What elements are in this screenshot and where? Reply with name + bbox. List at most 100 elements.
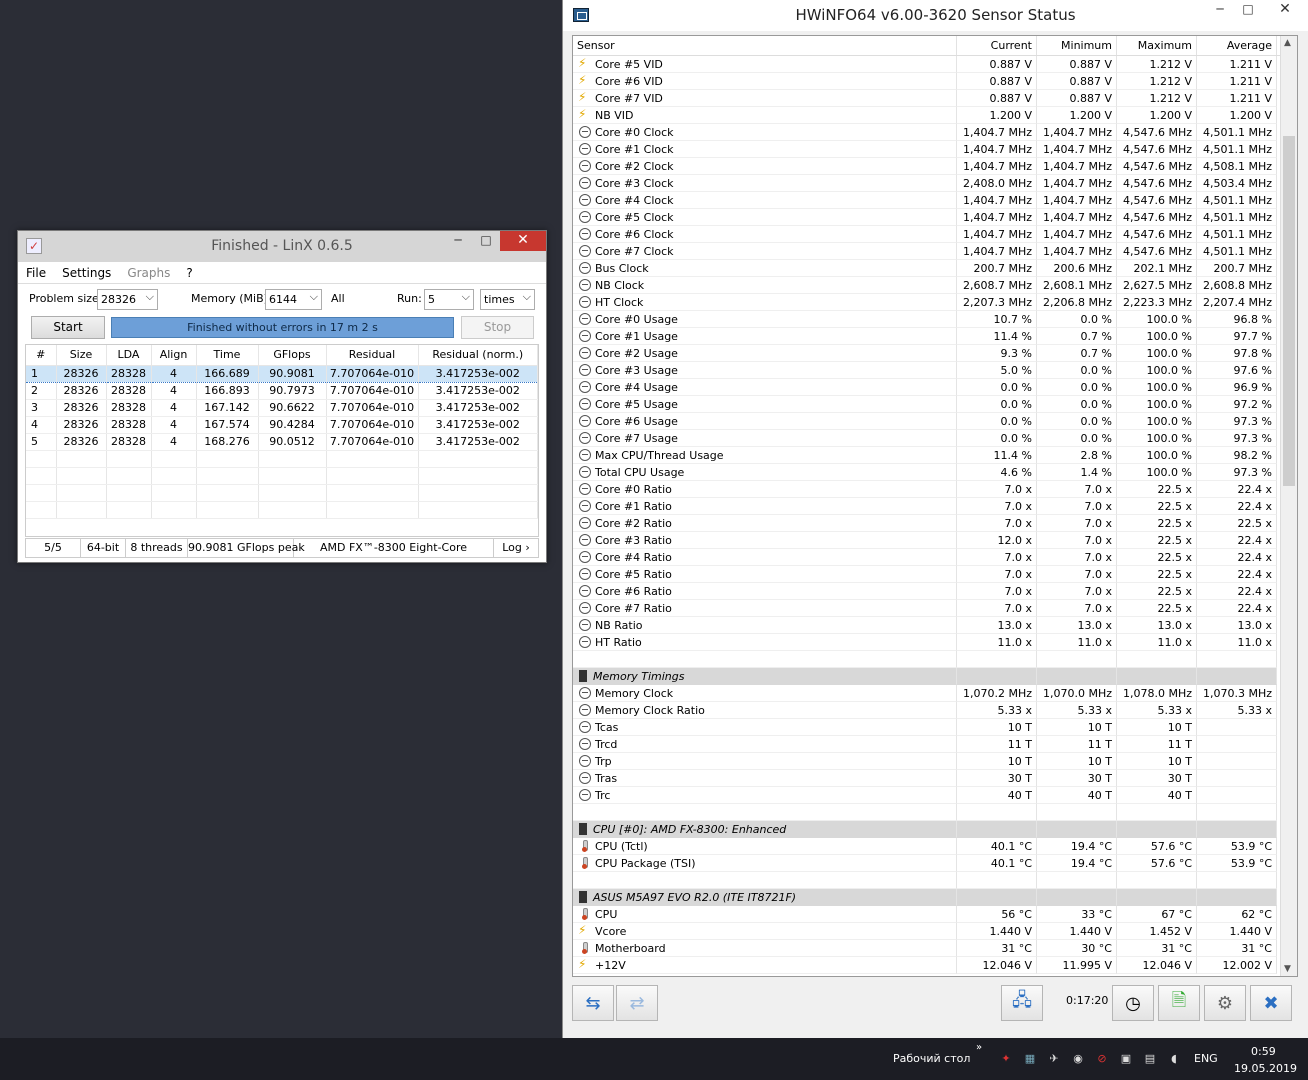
sensor-row[interactable]: Memory Clock 1,070.2 MHz 1,070.0 MHz 1,078.… bbox=[573, 685, 1297, 702]
sensor-group-header[interactable]: Memory Timings bbox=[573, 668, 1297, 685]
hwinfo-tray-icon[interactable]: ▦ bbox=[1023, 1052, 1037, 1066]
sensor-group-header[interactable]: CPU [#0]: AMD FX-8300: Enhanced bbox=[573, 821, 1297, 838]
run-unit-combo[interactable]: times bbox=[480, 287, 535, 310]
sensor-row[interactable]: Total CPU Usage 4.6 % 1.4 % 100.0 % 97.3 % bbox=[573, 464, 1297, 481]
stop-button[interactable]: Stop bbox=[461, 316, 534, 339]
sensor-row[interactable]: Core #1 Usage 11.4 % 0.7 % 100.0 % 97.7 % bbox=[573, 328, 1297, 345]
table-row[interactable]: 2 28326 28328 4 166.893 90.7973 7.707064e-010 3… bbox=[26, 382, 538, 400]
col-minimum[interactable]: Minimum bbox=[1037, 36, 1117, 55]
minimize-button[interactable]: ─ bbox=[444, 231, 472, 251]
table-row[interactable]: 5 28326 28328 4 168.276 90.0512 7.707064e-010 3… bbox=[26, 433, 538, 451]
reset-timer-button[interactable]: ◷ bbox=[1112, 985, 1154, 1021]
sensor-row[interactable]: Core #5 Ratio 7.0 x 7.0 x 22.5 x 22.4 x bbox=[573, 566, 1297, 583]
table-row[interactable] bbox=[26, 501, 538, 519]
sensor-row[interactable]: CPU 56 °C 33 °C 67 °C 62 °C bbox=[573, 906, 1297, 923]
col-residual-norm[interactable]: Residual (norm.) bbox=[418, 345, 538, 366]
problem-size-combo[interactable]: 28326 bbox=[97, 287, 158, 310]
linx-titlebar[interactable]: Finished - LinX 0.6.5 ─ □ ✕ bbox=[18, 231, 546, 262]
all-checkbox-label[interactable]: All bbox=[331, 292, 345, 305]
run-count-combo[interactable]: 5 bbox=[424, 287, 474, 310]
maximize-button[interactable]: □ bbox=[1234, 0, 1262, 20]
exit-button[interactable]: ✖ bbox=[1250, 985, 1292, 1021]
sensor-row[interactable]: Motherboard 31 °C 30 °C 31 °C 31 °C bbox=[573, 940, 1297, 957]
close-button[interactable]: ✕ bbox=[500, 231, 546, 251]
sensor-row[interactable]: Core #2 Clock 1,404.7 MHz 1,404.7 MHz 4,547… bbox=[573, 158, 1297, 175]
sensor-row[interactable]: Core #3 Clock 2,408.0 MHz 1,404.7 MHz 4,547… bbox=[573, 175, 1297, 192]
sensor-row[interactable]: Core #4 Clock 1,404.7 MHz 1,404.7 MHz 4,547… bbox=[573, 192, 1297, 209]
sensor-row[interactable]: Bus Clock 200.7 MHz 200.6 MHz 202.1 MHz 200.… bbox=[573, 260, 1297, 277]
sensor-row[interactable]: Core #0 Ratio 7.0 x 7.0 x 22.5 x 22.4 x bbox=[573, 481, 1297, 498]
minimize-button[interactable]: ─ bbox=[1206, 0, 1234, 20]
sensor-row[interactable]: Core #0 Clock 1,404.7 MHz 1,404.7 MHz 4,547… bbox=[573, 124, 1297, 141]
sensor-row[interactable]: Memory Clock Ratio 5.33 x 5.33 x 5.33 x 5.33… bbox=[573, 702, 1297, 719]
table-row[interactable] bbox=[26, 467, 538, 485]
col-time[interactable]: Time bbox=[196, 345, 259, 366]
clock-date[interactable]: 19.05.2019 bbox=[1234, 1062, 1297, 1075]
col-gflops[interactable]: GFlops bbox=[258, 345, 327, 366]
network-button[interactable]: 🖧 bbox=[1001, 985, 1043, 1021]
menu-file[interactable]: File bbox=[26, 266, 46, 280]
tray-antivirus-icon[interactable]: ◉ bbox=[1071, 1052, 1085, 1066]
sensor-row[interactable]: HT Clock 2,207.3 MHz 2,206.8 MHz 2,223.3 MH… bbox=[573, 294, 1297, 311]
tray-display-icon[interactable]: ▣ bbox=[1119, 1052, 1133, 1066]
sensor-row[interactable]: Tcas 10 T 10 T 10 T bbox=[573, 719, 1297, 736]
sensor-row[interactable]: Core #4 Usage 0.0 % 0.0 % 100.0 % 96.9 % bbox=[573, 379, 1297, 396]
scroll-down-icon[interactable]: ▼ bbox=[1284, 964, 1291, 974]
sensor-row[interactable]: Max CPU/Thread Usage 11.4 % 2.8 % 100.0 % 98… bbox=[573, 447, 1297, 464]
table-row[interactable]: 3 28326 28328 4 167.142 90.6622 7.707064e-010 3… bbox=[26, 399, 538, 417]
sensor-row[interactable]: Core #7 Ratio 7.0 x 7.0 x 22.5 x 22.4 x bbox=[573, 600, 1297, 617]
sensor-row[interactable]: HT Ratio 11.0 x 11.0 x 11.0 x 11.0 x bbox=[573, 634, 1297, 651]
col-sensor[interactable]: Sensor bbox=[573, 36, 957, 55]
language-indicator[interactable]: ENG bbox=[1194, 1052, 1218, 1065]
scroll-up-icon[interactable]: ▲ bbox=[1284, 38, 1291, 48]
desktop-toolbar-label[interactable]: Рабочий стол bbox=[893, 1052, 970, 1065]
start-button[interactable]: Start bbox=[31, 316, 105, 339]
sensor-row[interactable]: Core #6 VID0.887 V0.887 V1.212 V1.211 V bbox=[573, 73, 1297, 90]
col-size[interactable]: Size bbox=[56, 345, 107, 366]
sensor-row[interactable]: Core #4 Ratio 7.0 x 7.0 x 22.5 x 22.4 x bbox=[573, 549, 1297, 566]
memory-combo[interactable]: 6144 bbox=[265, 287, 322, 310]
sensor-row[interactable]: NB Clock 2,608.7 MHz 2,608.1 MHz 2,627.5 MH… bbox=[573, 277, 1297, 294]
sensor-row[interactable]: Core #2 Ratio 7.0 x 7.0 x 22.5 x 22.5 x bbox=[573, 515, 1297, 532]
table-row[interactable] bbox=[26, 484, 538, 502]
sensor-row[interactable]: CPU Package (TSI) 40.1 °C 19.4 °C 57.6 °C 53… bbox=[573, 855, 1297, 872]
toolbar-expand-icon[interactable]: » bbox=[976, 1042, 982, 1053]
sensor-row[interactable]: Core #7 Usage 0.0 % 0.0 % 100.0 % 97.3 % bbox=[573, 430, 1297, 447]
sensor-row[interactable]: NB Ratio 13.0 x 13.0 x 13.0 x 13.0 x bbox=[573, 617, 1297, 634]
sensor-row[interactable]: Core #7 VID0.887 V0.887 V1.212 V1.211 V bbox=[573, 90, 1297, 107]
sensor-row[interactable]: Trcd 11 T 11 T 11 T bbox=[573, 736, 1297, 753]
sensor-row[interactable]: Core #0 Usage 10.7 % 0.0 % 100.0 % 96.8 % bbox=[573, 311, 1297, 328]
sensor-row[interactable]: Core #6 Usage 0.0 % 0.0 % 100.0 % 97.3 % bbox=[573, 413, 1297, 430]
close-button[interactable]: ✕ bbox=[1262, 0, 1308, 20]
table-row[interactable]: 4 28326 28328 4 167.574 90.4284 7.707064e-010 3… bbox=[26, 416, 538, 434]
log-file-button[interactable]: 🗎 bbox=[1158, 985, 1200, 1021]
sensor-row[interactable]: Core #1 Clock 1,404.7 MHz 1,404.7 MHz 4,547… bbox=[573, 141, 1297, 158]
menu-settings[interactable]: Settings bbox=[62, 266, 111, 280]
tray-plane-icon[interactable]: ✈ bbox=[1047, 1052, 1061, 1066]
sensor-row[interactable]: CPU (Tctl) 40.1 °C 19.4 °C 57.6 °C 53.9 °C bbox=[573, 838, 1297, 855]
menu-graphs[interactable]: Graphs bbox=[127, 266, 170, 280]
nav-arrows-disabled-button[interactable]: ⇄ bbox=[616, 985, 658, 1021]
table-row[interactable] bbox=[26, 450, 538, 468]
sensor-row[interactable]: Core #3 Usage 5.0 % 0.0 % 100.0 % 97.6 % bbox=[573, 362, 1297, 379]
col-maximum[interactable]: Maximum bbox=[1117, 36, 1197, 55]
sensor-row[interactable]: Core #2 Usage 9.3 % 0.7 % 100.0 % 97.8 % bbox=[573, 345, 1297, 362]
col-lda[interactable]: LDA bbox=[106, 345, 152, 366]
sensor-row[interactable]: Vcore1.440 V1.440 V1.452 V1.440 V bbox=[573, 923, 1297, 940]
sensor-row[interactable]: Core #6 Clock 1,404.7 MHz 1,404.7 MHz 4,547… bbox=[573, 226, 1297, 243]
col-index[interactable]: # bbox=[26, 345, 57, 366]
tray-disabled-icon[interactable]: ⊘ bbox=[1095, 1052, 1109, 1066]
col-align[interactable]: Align bbox=[151, 345, 197, 366]
scrollbar-thumb[interactable] bbox=[1283, 136, 1295, 486]
settings-button[interactable]: ⚙ bbox=[1204, 985, 1246, 1021]
network-icon[interactable]: ▤ bbox=[1143, 1052, 1157, 1066]
sensor-row[interactable]: Core #5 Usage 0.0 % 0.0 % 100.0 % 97.2 % bbox=[573, 396, 1297, 413]
log-button[interactable]: Log › bbox=[494, 539, 538, 557]
tray-app-icon[interactable]: ✦ bbox=[999, 1052, 1013, 1066]
sensor-row[interactable]: NB VID1.200 V1.200 V1.200 V1.200 V bbox=[573, 107, 1297, 124]
sensor-row[interactable]: Core #6 Ratio 7.0 x 7.0 x 22.5 x 22.4 x bbox=[573, 583, 1297, 600]
maximize-button[interactable]: □ bbox=[472, 231, 500, 251]
col-current[interactable]: Current bbox=[957, 36, 1037, 55]
clock-time[interactable]: 0:59 bbox=[1251, 1045, 1276, 1058]
nav-arrows-button[interactable]: ⇆ bbox=[572, 985, 614, 1021]
